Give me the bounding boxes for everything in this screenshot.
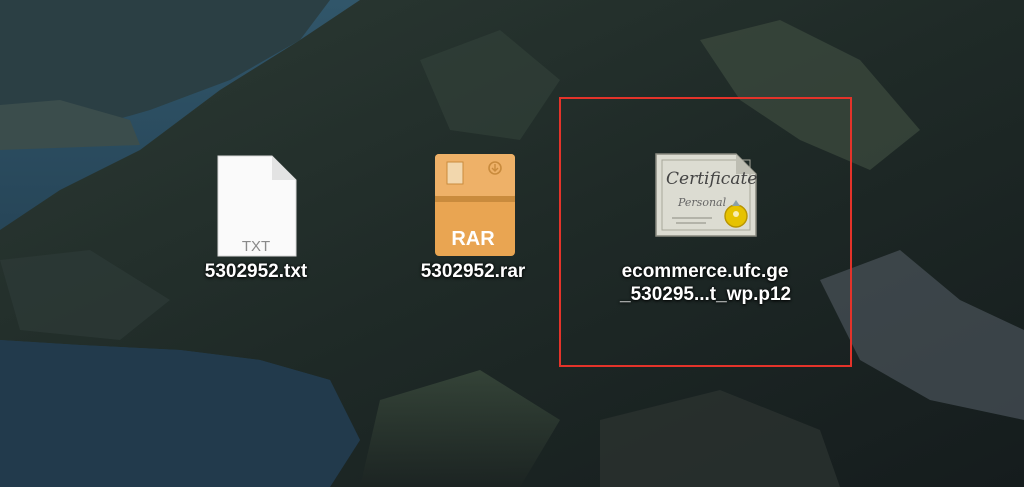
desktop-file-rar[interactable]: RAR 5302952.rar (388, 150, 558, 283)
rar-icon-label: RAR (451, 228, 495, 250)
selection-highlight-box (559, 97, 852, 367)
desktop-file-txt[interactable]: TXT 5302952.txt (171, 150, 341, 283)
file-name: 5302952.txt (204, 261, 308, 282)
desktop: TXT 5302952.txt RAR 5302952.rar Certific… (0, 0, 1024, 487)
file-name: 5302952.rar (420, 261, 526, 282)
txt-icon-label: TXT (241, 238, 271, 255)
